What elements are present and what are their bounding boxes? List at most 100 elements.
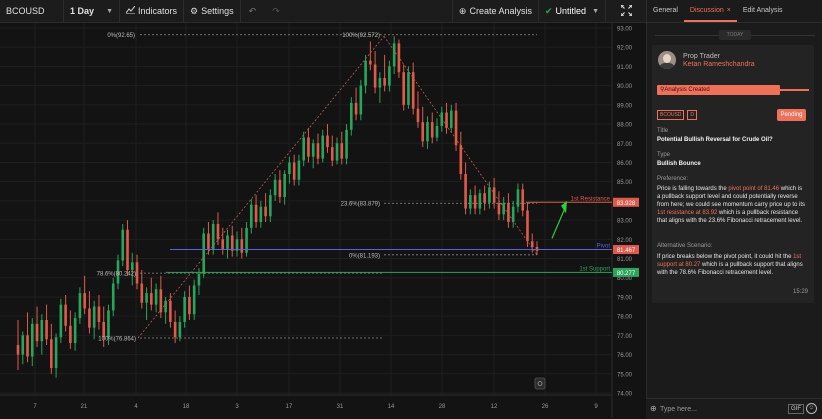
candle-body[interactable] [245,227,248,253]
candle-body[interactable] [273,179,277,196]
candle-body[interactable] [511,206,515,223]
candle-body[interactable] [392,43,396,67]
candle-body[interactable] [483,193,486,203]
candle-body[interactable] [92,306,96,328]
candle-body[interactable] [264,206,267,217]
candle-body[interactable] [30,323,34,357]
candle-body[interactable] [150,293,153,305]
candle-body[interactable] [421,122,425,142]
candle-body[interactable] [226,235,229,249]
avatar[interactable] [658,51,676,69]
chat-input[interactable] [660,403,780,415]
candle-body[interactable] [83,293,86,309]
candle-body[interactable] [197,273,201,286]
candle-body[interactable] [454,110,458,146]
layout-selector[interactable]: ✔ Untitled ▼ [539,0,606,22]
candle-body[interactable] [292,162,296,180]
candle-body[interactable] [102,321,106,338]
candle-body[interactable] [126,229,129,271]
candle-body[interactable] [330,147,334,161]
candle-body[interactable] [340,143,344,159]
candle-body[interactable] [469,195,472,209]
fullscreen-button[interactable] [606,0,646,22]
candle-body[interactable] [497,202,501,215]
candle-body[interactable] [459,145,463,174]
candle-body[interactable] [78,293,82,319]
candle-body[interactable] [416,108,420,123]
candle-body[interactable] [364,60,367,86]
candle-body[interactable] [88,308,91,328]
candle-body[interactable] [135,262,139,284]
close-icon[interactable]: × [727,7,731,14]
candle-body[interactable] [507,202,510,223]
candle-body[interactable] [145,293,148,303]
candle-body[interactable] [378,77,382,88]
candle-body[interactable] [345,129,348,159]
candle-body[interactable] [59,304,63,338]
tab-edit-analysis[interactable]: Edit Analysis [737,0,789,22]
candle-body[interactable] [369,60,372,65]
candle-body[interactable] [188,296,191,315]
candle-body[interactable] [97,306,101,322]
emoji-icon[interactable]: ☺ [806,403,817,414]
candle-body[interactable] [283,174,286,198]
candle-body[interactable] [326,135,329,148]
candle-body[interactable] [269,195,272,217]
candle-body[interactable] [35,323,39,342]
candle-body[interactable] [121,229,125,261]
ticker-badge-symbol[interactable]: BCOUSD [657,110,685,120]
candle-body[interactable] [411,72,415,109]
candle-body[interactable] [321,135,325,159]
candle-body[interactable] [359,85,363,115]
candle-body[interactable] [388,66,391,86]
candle-body[interactable] [54,337,58,369]
candle-body[interactable] [473,195,477,209]
candle-body[interactable] [169,300,172,322]
candle-body[interactable] [192,285,196,315]
candle-body[interactable] [40,320,44,342]
candle-body[interactable] [26,335,29,357]
candle-body[interactable] [254,204,258,223]
candle-body[interactable] [216,223,220,240]
indicators-button[interactable]: Indicators [120,0,185,22]
candle-body[interactable] [230,235,234,251]
camera-icon[interactable] [534,377,546,390]
candle-body[interactable] [202,233,206,274]
candle-body[interactable] [207,233,210,249]
candle-body[interactable] [426,122,429,142]
candle-body[interactable] [311,143,315,157]
gif-button[interactable]: GIF [788,404,804,414]
candle-body[interactable] [526,210,529,242]
candle-body[interactable] [449,110,453,128]
candle-body[interactable] [107,310,110,338]
candle-body[interactable] [69,325,72,344]
price-chart[interactable]: 0%(92.65) 100%(92.572) 23.6%(83.879) 0%(81.… [0,23,646,418]
candle-body[interactable] [302,137,305,161]
tab-general[interactable]: General [647,0,684,22]
candle-body[interactable] [130,262,134,271]
candle-body[interactable] [259,206,263,223]
timeframe-selector[interactable]: 1 Day ▼ [64,0,120,22]
candle-body[interactable] [16,344,20,355]
candle-body[interactable] [178,321,182,338]
candle-body[interactable] [64,304,67,326]
candle-body[interactable] [288,162,291,174]
candle-body[interactable] [435,125,439,138]
candle-body[interactable] [221,239,225,249]
candle-body[interactable] [45,320,48,340]
candle-body[interactable] [307,137,310,157]
candle-body[interactable] [521,189,525,211]
candle-body[interactable] [349,102,353,130]
candle-body[interactable] [183,296,186,322]
candle-body[interactable] [21,335,25,355]
candle-body[interactable] [250,204,253,228]
candle-body[interactable] [111,283,115,311]
candle-body[interactable] [373,64,377,88]
undo-button[interactable]: ↶ [241,0,265,22]
redo-button[interactable]: ↷ [264,0,288,22]
candle-body[interactable] [502,202,505,215]
candle-body[interactable] [535,247,539,251]
candle-body[interactable] [354,102,358,115]
symbol-selector[interactable]: BCOUSD [0,0,64,22]
candle-body[interactable] [278,179,282,198]
